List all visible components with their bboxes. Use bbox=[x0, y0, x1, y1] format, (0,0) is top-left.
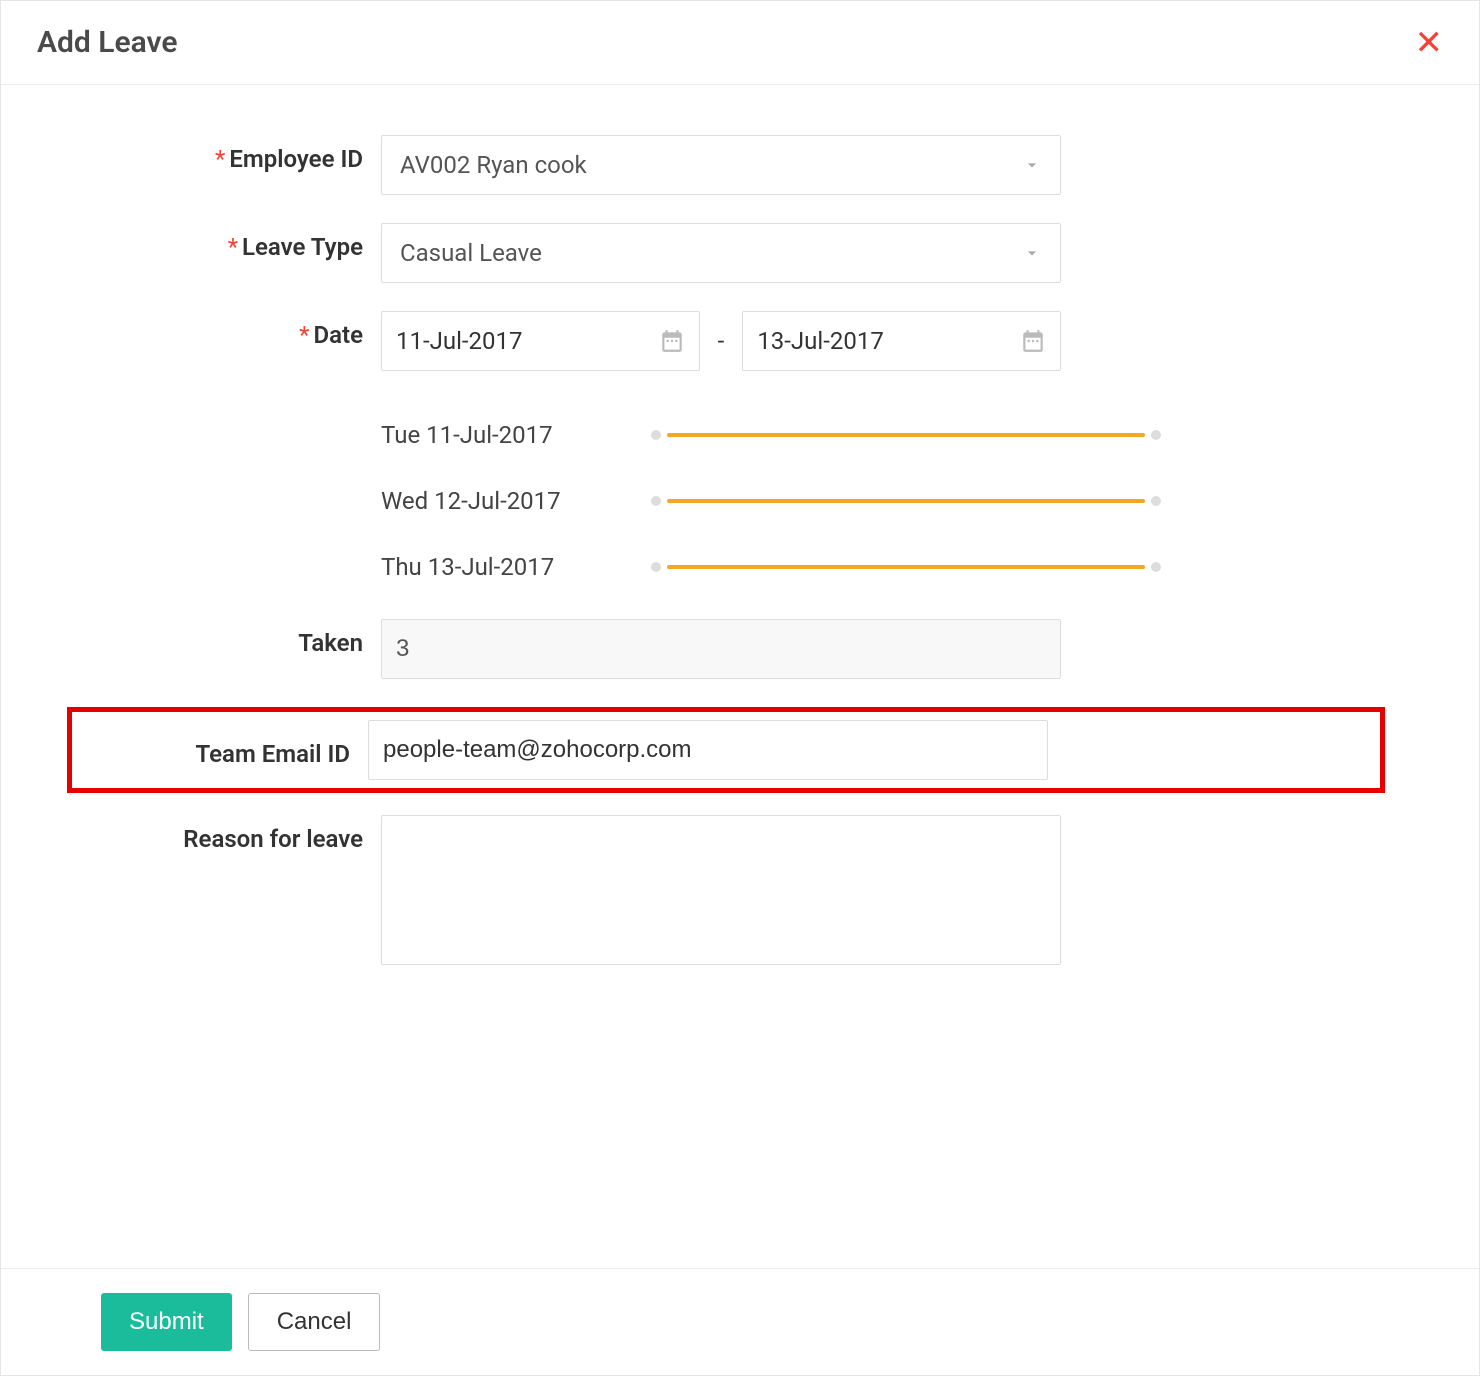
taken-input bbox=[381, 619, 1061, 679]
date-to-input[interactable]: 13-Jul-2017 bbox=[742, 311, 1061, 371]
employee-id-select[interactable]: AV002 Ryan cook bbox=[381, 135, 1061, 195]
row-team-email: Team Email ID bbox=[81, 707, 1399, 793]
close-icon[interactable]: ✕ bbox=[1415, 26, 1444, 60]
required-mark: * bbox=[299, 321, 309, 349]
submit-button[interactable]: Submit bbox=[101, 1293, 232, 1351]
date-from-input[interactable]: 11-Jul-2017 bbox=[381, 311, 700, 371]
slider-track bbox=[667, 433, 1145, 437]
day-label: Wed 12-Jul-2017 bbox=[381, 487, 651, 515]
modal-footer: Submit Cancel bbox=[1, 1268, 1479, 1375]
select-value: Casual Leave bbox=[400, 239, 542, 267]
day-row: Tue 11-Jul-2017 bbox=[381, 421, 1399, 449]
row-date: *Date 11-Jul-2017 - 13-Jul-2017 bbox=[81, 311, 1399, 371]
day-row: Wed 12-Jul-2017 bbox=[381, 487, 1399, 515]
label-text: Leave Type bbox=[242, 233, 363, 261]
row-leave-type: *Leave Type Casual Leave bbox=[81, 223, 1399, 283]
day-slider[interactable] bbox=[651, 562, 1161, 572]
label-date: *Date bbox=[81, 311, 381, 349]
row-reason: Reason for leave bbox=[81, 815, 1399, 969]
label-leave-type: *Leave Type bbox=[81, 223, 381, 261]
chevron-down-icon bbox=[1022, 155, 1042, 175]
slider-dot-end bbox=[1151, 562, 1161, 572]
calendar-icon bbox=[659, 328, 685, 354]
chevron-down-icon bbox=[1022, 243, 1042, 263]
label-employee-id: *Employee ID bbox=[81, 135, 381, 173]
label-text: Employee ID bbox=[229, 145, 363, 173]
date-to-value: 13-Jul-2017 bbox=[757, 327, 884, 355]
calendar-icon bbox=[1020, 328, 1046, 354]
required-mark: * bbox=[228, 233, 238, 261]
cancel-button[interactable]: Cancel bbox=[248, 1293, 381, 1351]
label-team-email: Team Email ID bbox=[82, 732, 368, 768]
modal-title: Add Leave bbox=[37, 25, 178, 60]
slider-track bbox=[667, 499, 1145, 503]
day-slider[interactable] bbox=[651, 430, 1161, 440]
label-taken: Taken bbox=[81, 619, 381, 657]
row-employee-id: *Employee ID AV002 Ryan cook bbox=[81, 135, 1399, 195]
slider-dot-end bbox=[1151, 496, 1161, 506]
modal-header: Add Leave ✕ bbox=[1, 1, 1479, 85]
leave-type-select[interactable]: Casual Leave bbox=[381, 223, 1061, 283]
required-mark: * bbox=[215, 145, 225, 173]
modal-body: *Employee ID AV002 Ryan cook *Leave Type… bbox=[1, 85, 1479, 1268]
slider-dot-start bbox=[651, 430, 661, 440]
day-row: Thu 13-Jul-2017 bbox=[381, 553, 1399, 581]
slider-track bbox=[667, 565, 1145, 569]
slider-dot-end bbox=[1151, 430, 1161, 440]
day-label: Tue 11-Jul-2017 bbox=[381, 421, 651, 449]
label-text: Date bbox=[314, 321, 364, 349]
reason-textarea[interactable] bbox=[381, 815, 1061, 965]
day-slider[interactable] bbox=[651, 496, 1161, 506]
days-list: Tue 11-Jul-2017 Wed 12-Jul-2017 Thu 13-J… bbox=[81, 421, 1399, 581]
day-label: Thu 13-Jul-2017 bbox=[381, 553, 651, 581]
date-range-separator: - bbox=[718, 327, 725, 355]
team-email-input[interactable] bbox=[368, 720, 1048, 780]
select-value: AV002 Ryan cook bbox=[400, 151, 587, 179]
label-reason: Reason for leave bbox=[81, 815, 381, 853]
slider-dot-start bbox=[651, 496, 661, 506]
add-leave-modal: Add Leave ✕ *Employee ID AV002 Ryan cook… bbox=[0, 0, 1480, 1376]
row-taken: Taken bbox=[81, 619, 1399, 679]
highlight-box: Team Email ID bbox=[67, 707, 1385, 793]
date-from-value: 11-Jul-2017 bbox=[396, 327, 523, 355]
slider-dot-start bbox=[651, 562, 661, 572]
